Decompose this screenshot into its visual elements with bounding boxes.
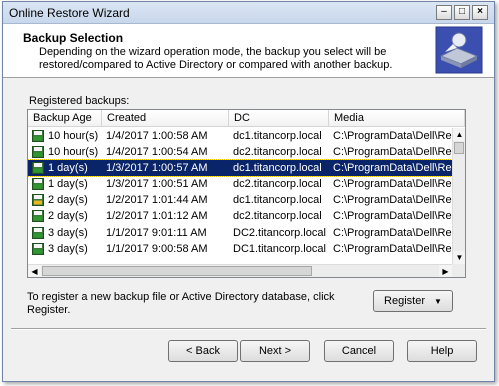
cell-created: 1/2/2017 1:01:12 AM xyxy=(106,210,208,223)
cell-created: 1/3/2017 1:00:57 AM xyxy=(106,162,208,175)
wizard-logo-icon xyxy=(435,26,483,74)
table-row[interactable]: 3 day(s) 1/1/2017 9:01:11 AM DC2.titancorp… xyxy=(28,225,452,241)
cell-created: 1/2/2017 1:01:44 AM xyxy=(106,194,208,207)
cell-dc: DC1.titancorp.local xyxy=(233,242,326,255)
cell-backup-age: 1 day(s) xyxy=(48,162,88,175)
dropdown-arrow-icon: ▼ xyxy=(434,297,442,306)
listview-header: Backup Age Created DC Media xyxy=(28,110,465,127)
cell-media: C:\ProgramData\Dell\Re xyxy=(333,210,452,223)
backups-listview[interactable]: Backup Age Created DC Media 10 hour(s) 1/… xyxy=(27,109,466,278)
table-row[interactable]: 2 day(s) 1/2/2017 1:01:12 AM dc2.titancorp… xyxy=(28,208,452,224)
backup-green-icon xyxy=(32,178,44,191)
backup-green-icon xyxy=(32,130,44,142)
register-hint: To register a new backup file or Active … xyxy=(27,291,335,316)
cell-backup-age: 2 day(s) xyxy=(48,210,88,223)
cell-dc: dc1.titancorp.local xyxy=(233,130,322,142)
cell-dc: dc2.titancorp.local xyxy=(233,146,322,159)
cell-backup-age: 3 day(s) xyxy=(48,242,88,255)
cell-media: C:\ProgramData\Dell\Re xyxy=(333,130,452,142)
cell-backup-age: 10 hour(s) xyxy=(48,146,99,159)
column-header-created[interactable]: Created xyxy=(102,110,229,127)
scroll-down-arrow-icon[interactable]: ▼ xyxy=(453,251,465,264)
register-button[interactable]: Register ▼ xyxy=(373,290,453,312)
cell-dc: dc2.titancorp.local xyxy=(233,210,322,223)
backup-green-icon xyxy=(32,210,44,223)
cell-created: 1/3/2017 1:00:51 AM xyxy=(106,178,208,191)
table-row[interactable]: 2 day(s) 1/2/2017 1:01:44 AM dc1.titancorp… xyxy=(28,192,452,208)
wizard-window: Online Restore Wizard – □ × Backup Selec… xyxy=(2,1,495,382)
cell-media: C:\ProgramData\Dell\Re xyxy=(333,226,452,239)
cell-dc: dc1.titancorp.local xyxy=(233,194,322,207)
cell-created: 1/4/2017 1:00:54 AM xyxy=(106,146,208,159)
minimize-button[interactable]: – xyxy=(436,5,452,20)
horizontal-scroll-thumb[interactable] xyxy=(42,266,312,276)
column-header-dc[interactable]: DC xyxy=(229,110,329,127)
cell-backup-age: 2 day(s) xyxy=(48,194,88,207)
button-separator xyxy=(11,328,486,330)
table-row[interactable]: 1 day(s) 1/3/2017 1:00:51 AM dc2.titancorp… xyxy=(28,176,452,192)
scrollbar-corner xyxy=(452,264,465,277)
cancel-button[interactable]: Cancel xyxy=(324,340,394,362)
backup-yellow-icon xyxy=(32,194,44,207)
cell-dc: dc1.titancorp.local xyxy=(233,162,322,175)
cell-media: C:\ProgramData\Dell\Re xyxy=(333,242,452,255)
page-title: Backup Selection xyxy=(23,31,124,45)
cell-backup-age: 3 day(s) xyxy=(48,226,88,239)
backup-green-icon xyxy=(32,226,44,239)
cell-media: C:\ProgramData\Dell\Re xyxy=(333,178,452,191)
scroll-right-arrow-icon[interactable]: ▶ xyxy=(439,265,452,277)
vertical-scrollbar[interactable]: ▲ ▼ xyxy=(452,128,465,264)
horizontal-scrollbar[interactable]: ◀ ▶ xyxy=(28,264,452,277)
close-button[interactable]: × xyxy=(472,5,488,20)
registered-backups-label: Registered backups: xyxy=(29,95,130,107)
register-button-label: Register xyxy=(384,295,425,307)
table-row[interactable]: 10 hour(s) 1/4/2017 1:00:54 AM dc2.titanco… xyxy=(28,144,452,160)
cell-dc: dc2.titancorp.local xyxy=(233,178,322,191)
backup-green-icon xyxy=(32,146,44,159)
backup-green-icon xyxy=(32,162,44,175)
cell-dc: DC2.titancorp.local xyxy=(233,226,326,239)
back-button[interactable]: < Back xyxy=(168,340,238,362)
next-button[interactable]: Next > xyxy=(240,340,310,362)
table-row[interactable]: 10 hour(s) 1/4/2017 1:00:58 AM dc1.titanco… xyxy=(28,128,452,144)
cell-media: C:\ProgramData\Dell\Re xyxy=(333,194,452,207)
backup-green-icon xyxy=(32,242,44,255)
help-button[interactable]: Help xyxy=(407,340,477,362)
cell-media: C:\ProgramData\Dell\Re xyxy=(333,146,452,159)
cell-created: 1/4/2017 1:00:58 AM xyxy=(106,130,208,142)
scroll-up-arrow-icon[interactable]: ▲ xyxy=(453,128,465,141)
column-header-media[interactable]: Media xyxy=(329,110,465,127)
cell-created: 1/1/2017 9:01:11 AM xyxy=(106,226,207,239)
table-row[interactable]: 1 day(s) 1/3/2017 1:00:57 AM dc1.titancorp… xyxy=(28,159,453,178)
page-description: Depending on the wizard operation mode, … xyxy=(39,46,393,71)
column-header-backup-age[interactable]: Backup Age xyxy=(28,110,102,127)
table-row[interactable]: 3 day(s) 1/1/2017 9:00:58 AM DC1.titancorp… xyxy=(28,241,452,257)
window-title: Online Restore Wizard xyxy=(9,6,130,20)
vertical-scroll-thumb[interactable] xyxy=(454,142,464,154)
scroll-left-arrow-icon[interactable]: ◀ xyxy=(28,265,41,277)
cell-backup-age: 1 day(s) xyxy=(48,178,88,191)
listview-rows: 10 hour(s) 1/4/2017 1:00:58 AM dc1.titanco… xyxy=(28,128,453,257)
cell-created: 1/1/2017 9:00:58 AM xyxy=(106,242,208,255)
maximize-button[interactable]: □ xyxy=(454,5,470,20)
title-bar[interactable]: Online Restore Wizard – □ × xyxy=(3,2,494,24)
cell-media: C:\ProgramData\Dell\Re xyxy=(333,162,452,175)
wizard-header: Backup Selection Depending on the wizard… xyxy=(3,24,494,78)
cell-backup-age: 10 hour(s) xyxy=(48,130,99,142)
